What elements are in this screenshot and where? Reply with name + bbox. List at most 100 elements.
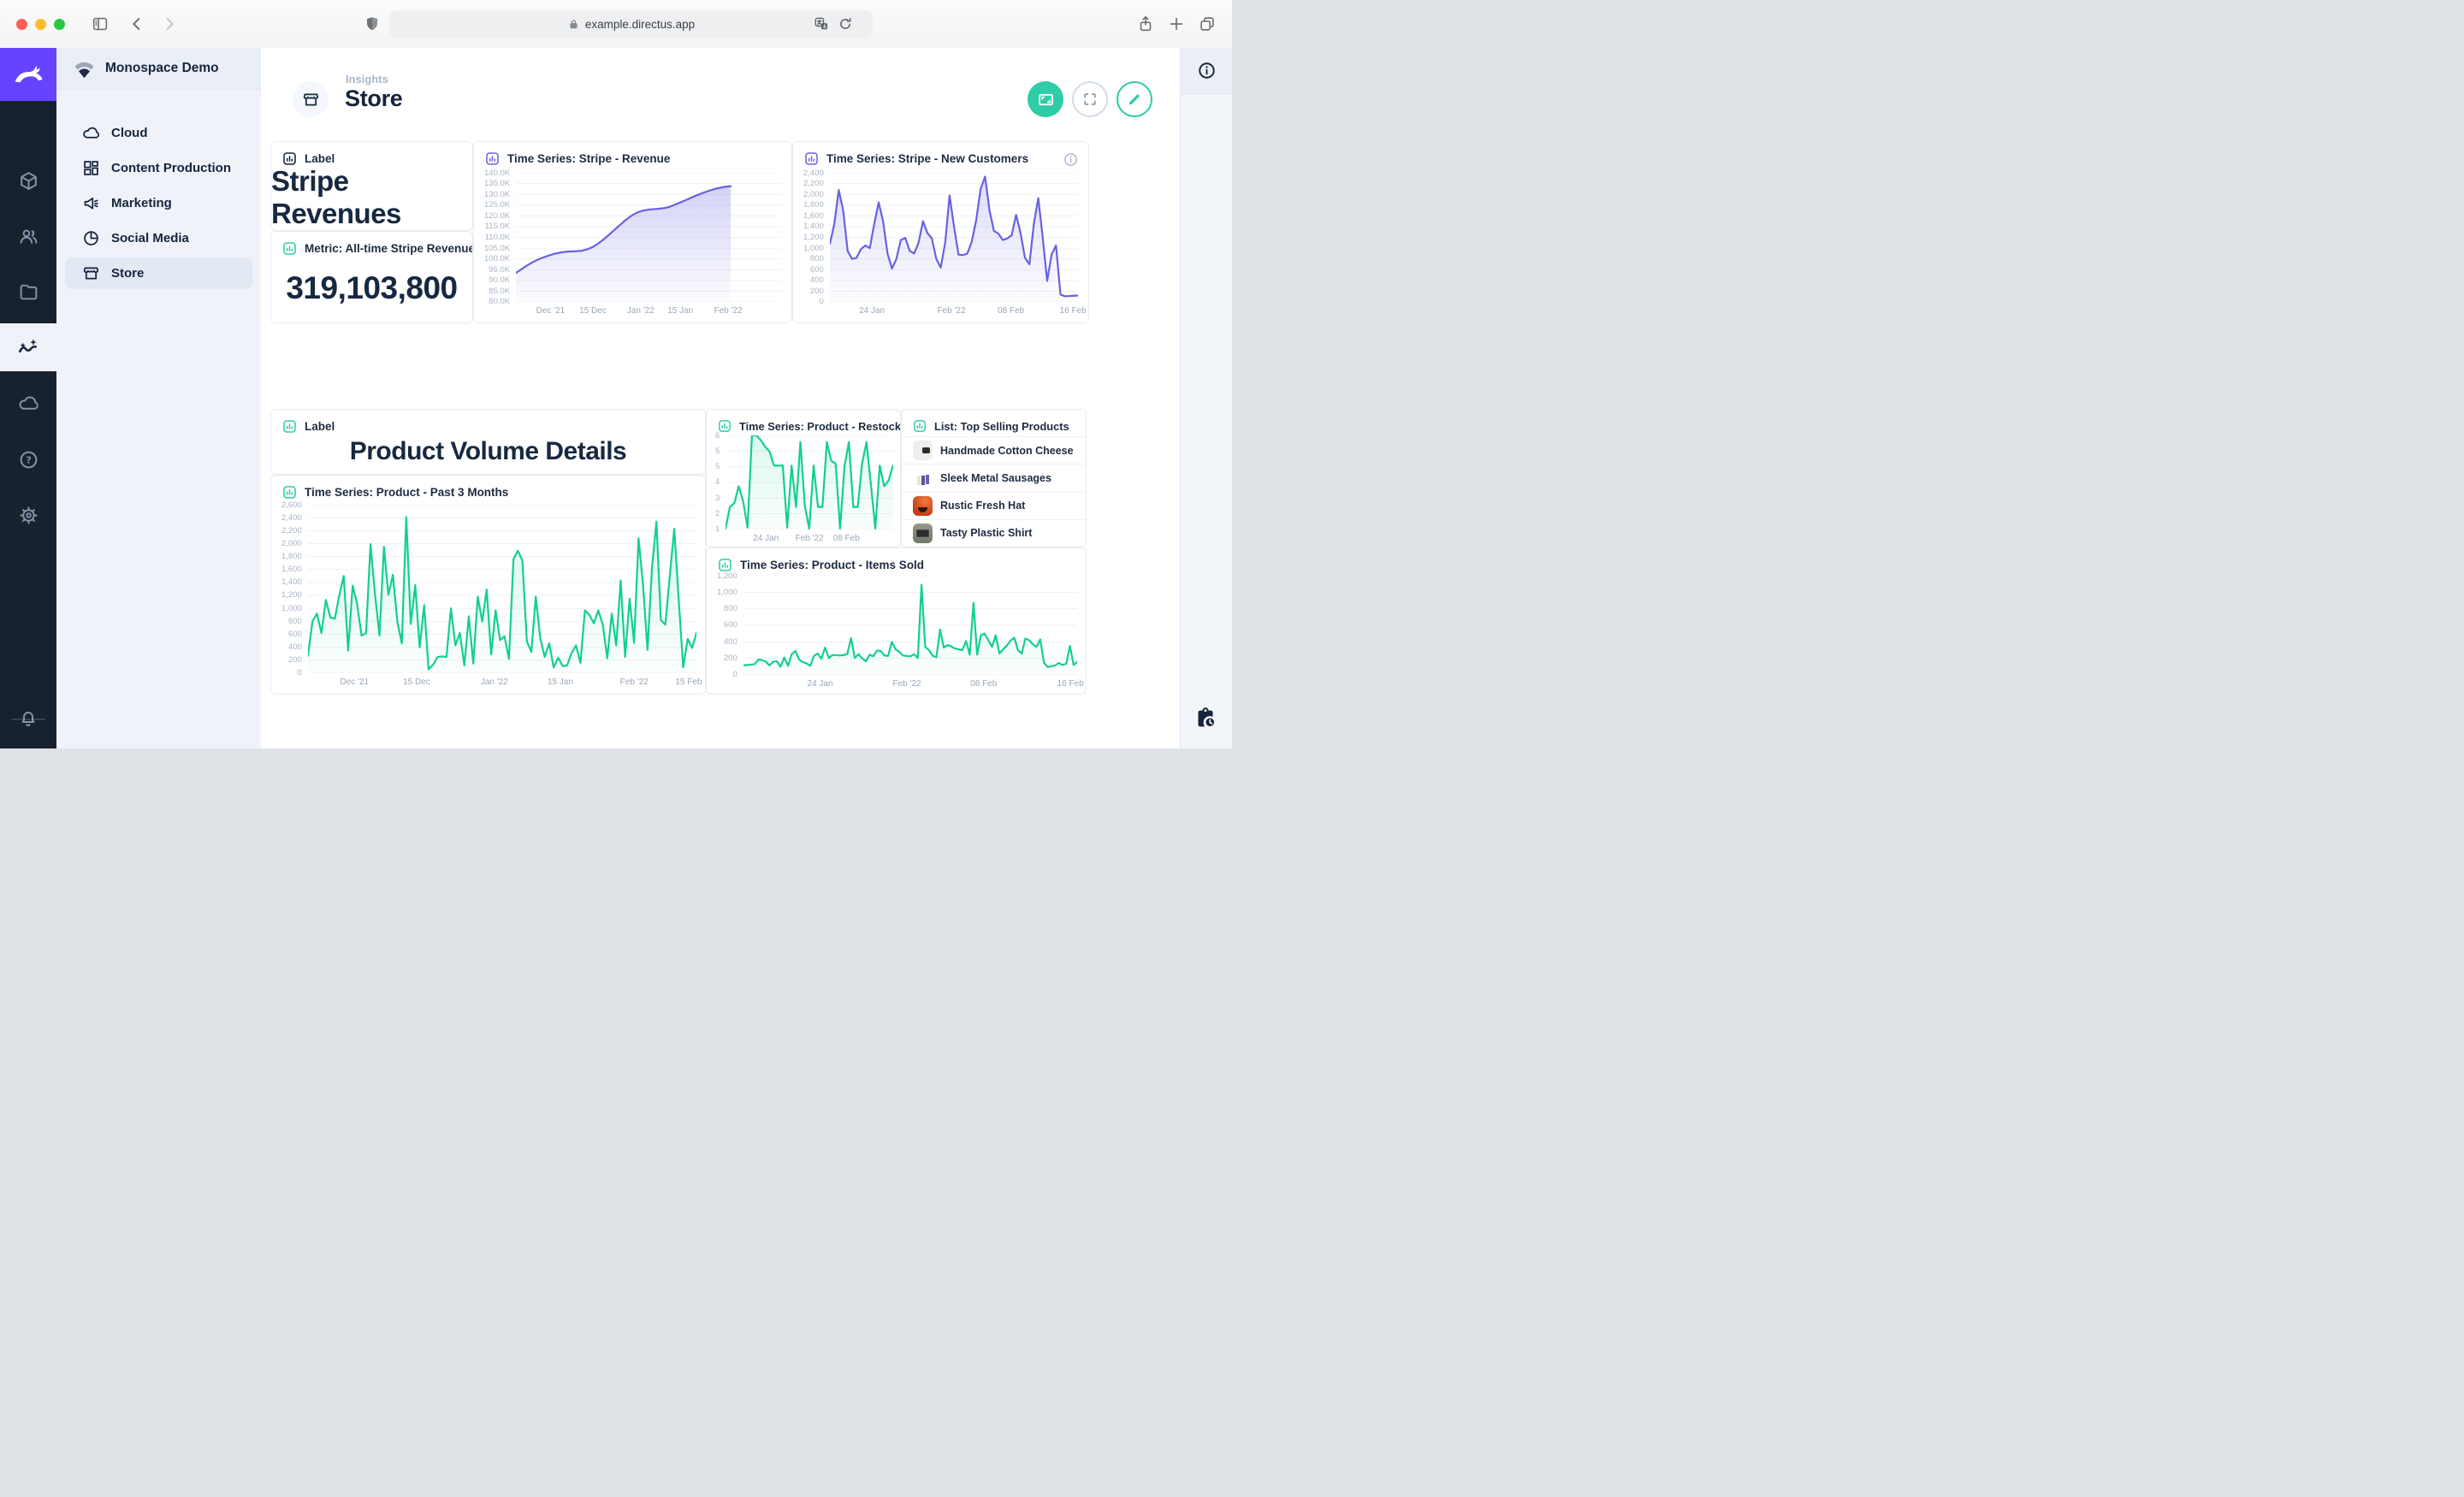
directus-logo[interactable] bbox=[0, 48, 56, 101]
new-tab-icon[interactable] bbox=[1167, 15, 1186, 33]
panel-timeseries-new-customers: Time Series: Stripe - New Customers 2,40… bbox=[792, 141, 1089, 323]
panel-title: Time Series: Stripe - New Customers bbox=[826, 152, 1028, 165]
label-text: Stripe Revenues bbox=[271, 165, 472, 230]
fullscreen-button[interactable] bbox=[1072, 81, 1108, 117]
x-axis-tick: 16 Feb bbox=[1057, 679, 1084, 689]
navigation-sidebar: Monospace Demo Cloud Content Production … bbox=[56, 48, 261, 748]
sidebar-item-label: Marketing bbox=[111, 196, 172, 210]
module-settings-icon[interactable] bbox=[0, 491, 56, 539]
pie-chart-icon bbox=[82, 229, 100, 247]
storefront-icon bbox=[82, 264, 100, 282]
sidebar-item-label: Content Production bbox=[111, 161, 231, 175]
minimize-window-button[interactable] bbox=[35, 19, 46, 30]
auto-refresh-button[interactable] bbox=[1028, 81, 1063, 117]
back-icon[interactable] bbox=[127, 15, 146, 33]
sidebar-item-social-media[interactable]: Social Media bbox=[65, 222, 252, 254]
module-files-icon[interactable] bbox=[0, 268, 56, 316]
x-axis-tick: 24 Jan bbox=[859, 306, 885, 316]
activity-sidebar-button[interactable] bbox=[1193, 706, 1220, 733]
list-item[interactable]: Tasty Plastic Shirt bbox=[902, 519, 1086, 547]
chart-plot[interactable] bbox=[516, 173, 781, 302]
chart-plot[interactable] bbox=[308, 505, 696, 673]
panel-timeseries-past-3-months: Time Series: Product - Past 3 Months 2,6… bbox=[270, 475, 706, 695]
project-header[interactable]: Monospace Demo bbox=[56, 48, 261, 90]
panel-title: Time Series: Product - Items Sold bbox=[740, 559, 924, 571]
directus-rabbit-icon bbox=[12, 58, 44, 91]
right-sidebar bbox=[1180, 48, 1232, 748]
revenue-chart[interactable]: 140.0K135.0K130.0K125.0K120.0K115.0K110.… bbox=[484, 173, 781, 316]
panel-title: Label bbox=[305, 152, 335, 165]
breadcrumb[interactable]: Insights bbox=[346, 73, 388, 86]
module-insights-icon[interactable] bbox=[0, 323, 56, 371]
panel-label-stripe: Label Stripe Revenues bbox=[270, 141, 473, 231]
x-axis-tick: 08 Feb bbox=[998, 306, 1024, 316]
x-axis: Dec '2115 DecJan '2215 JanFeb '22 bbox=[516, 302, 781, 316]
chart-plot[interactable] bbox=[743, 576, 1077, 675]
panel-type-icon bbox=[913, 419, 927, 433]
module-content-icon[interactable] bbox=[0, 157, 56, 204]
module-cloud-icon[interactable] bbox=[0, 379, 56, 427]
metric-value: 319,103,800 bbox=[271, 253, 472, 322]
chart-plot[interactable] bbox=[830, 173, 1078, 302]
share-icon[interactable] bbox=[1136, 15, 1155, 33]
module-bar-divider bbox=[11, 719, 45, 720]
sidebar-item-label: Cloud bbox=[111, 126, 148, 140]
translate-icon[interactable] bbox=[813, 15, 830, 33]
panel-label-product: Label Product Volume Details bbox=[270, 409, 706, 475]
sidebar-item-marketing[interactable]: Marketing bbox=[65, 187, 252, 219]
chart-plot[interactable] bbox=[726, 435, 893, 530]
x-axis-tick: 15 Feb bbox=[675, 677, 702, 687]
x-axis-tick: Dec '21 bbox=[340, 677, 369, 687]
x-axis-tick: 08 Feb bbox=[833, 534, 860, 543]
sidebar-item-label: Social Media bbox=[111, 231, 189, 246]
account-avatar-icon[interactable] bbox=[0, 746, 56, 748]
sidebar-toggle-icon[interactable] bbox=[91, 15, 110, 33]
panel-timeseries-stripe-revenue: Time Series: Stripe - Revenue 140.0K135.… bbox=[473, 141, 792, 323]
product-name: Rustic Fresh Hat bbox=[940, 500, 1025, 512]
module-users-icon[interactable] bbox=[0, 212, 56, 260]
storefront-icon bbox=[302, 91, 320, 109]
x-axis-tick: Feb '22 bbox=[620, 677, 649, 687]
product-name: Sleek Metal Sausages bbox=[940, 472, 1051, 484]
x-axis-tick: 15 Dec bbox=[579, 306, 607, 316]
sidebar-item-cloud[interactable]: Cloud bbox=[65, 117, 252, 149]
x-axis-tick: 15 Dec bbox=[403, 677, 430, 687]
panel-info-icon[interactable] bbox=[1063, 151, 1079, 168]
x-axis-tick: Feb '22 bbox=[892, 679, 921, 689]
reload-icon[interactable] bbox=[837, 15, 854, 33]
edit-dashboard-button[interactable] bbox=[1116, 81, 1152, 117]
items-sold-chart[interactable]: 1,2001,0008006004002000 24 JanFeb '2208 … bbox=[717, 576, 1077, 689]
past-3-months-chart[interactable]: 2,6002,4002,2002,0001,8001,6001,4001,200… bbox=[281, 505, 696, 687]
x-axis-tick: 08 Feb bbox=[970, 679, 997, 689]
list-item[interactable]: Rustic Fresh Hat bbox=[902, 492, 1086, 519]
tab-overview-icon[interactable] bbox=[1198, 15, 1217, 33]
restocks-chart[interactable]: 6554321 24 JanFeb '2208 Feb bbox=[715, 435, 893, 543]
x-axis: 24 JanFeb '2208 Feb16 Feb bbox=[830, 302, 1078, 316]
list-item[interactable]: Sleek Metal Sausages bbox=[902, 464, 1086, 491]
panel-title: Time Series: Product - Restocks bbox=[739, 420, 900, 433]
x-axis-tick: 24 Jan bbox=[753, 534, 779, 543]
sidebar-item-content-production[interactable]: Content Production bbox=[65, 152, 252, 184]
panel-metric-stripe: Metric: All-time Stripe Revenues 319,103… bbox=[270, 231, 473, 323]
x-axis: 24 JanFeb '2208 Feb bbox=[726, 530, 893, 543]
x-axis-tick: Dec '21 bbox=[536, 306, 566, 316]
dashboard-icon-circle bbox=[293, 81, 329, 117]
privacy-shield-icon[interactable] bbox=[363, 15, 382, 33]
sidebar-item-store[interactable]: Store bbox=[65, 257, 252, 289]
zoom-window-button[interactable] bbox=[54, 19, 65, 30]
y-axis: 2,6002,4002,2002,0001,8001,6001,4001,200… bbox=[281, 505, 308, 673]
megaphone-icon bbox=[82, 194, 100, 212]
product-thumbnail bbox=[913, 496, 933, 516]
page-title: Store bbox=[345, 86, 403, 112]
x-axis-tick: Feb '22 bbox=[937, 306, 965, 316]
address-bar[interactable]: example.directus.app bbox=[389, 10, 873, 38]
module-help-icon[interactable]: ? bbox=[0, 435, 56, 483]
panel-type-icon bbox=[804, 151, 819, 166]
close-window-button[interactable] bbox=[16, 19, 27, 30]
list-item[interactable]: Handmade Cotton Cheese bbox=[902, 436, 1086, 464]
info-sidebar-button[interactable] bbox=[1181, 48, 1232, 94]
forward-icon[interactable] bbox=[160, 15, 179, 33]
new-customers-chart[interactable]: 2,4002,2002,0001,8001,6001,4001,2001,000… bbox=[803, 173, 1078, 316]
y-axis: 140.0K135.0K130.0K125.0K120.0K115.0K110.… bbox=[484, 173, 516, 302]
module-bar: ? bbox=[0, 48, 56, 748]
